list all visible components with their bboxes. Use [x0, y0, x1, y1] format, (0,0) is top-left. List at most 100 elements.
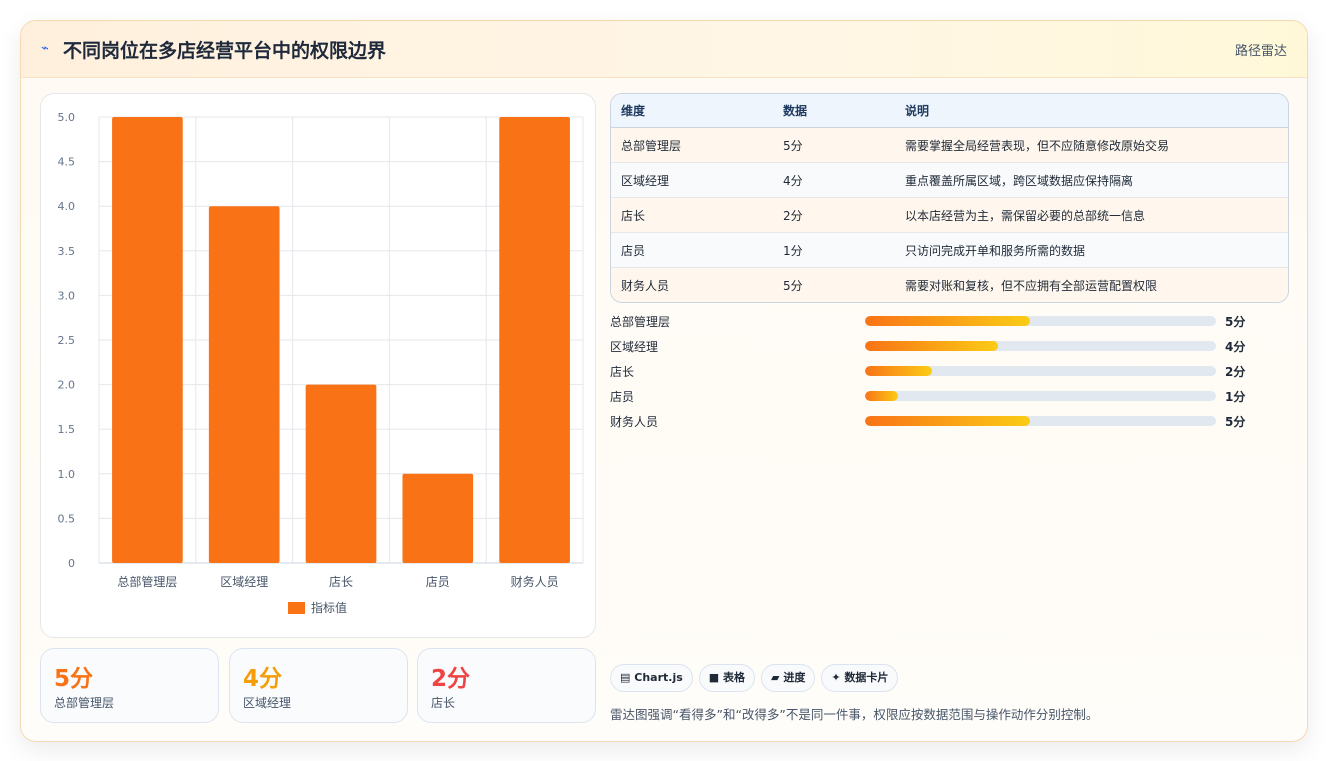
bar — [305, 384, 377, 563]
table-cell: 需要掌握全局经营表现，但不应随意修改原始交易 — [895, 127, 1288, 163]
progress-label: 总部管理层 — [610, 315, 671, 329]
progress-fill — [865, 416, 1030, 426]
data-table: 维度 数据 说明 总部管理层 5分 需要掌握全局经营表现，但不应随意修改原始交易… — [610, 93, 1289, 303]
chip-label: Chart.js — [634, 671, 683, 684]
stat-card-0: 5分 总部管理层 — [40, 648, 219, 723]
stat-label: 区域经理 — [243, 696, 292, 710]
progress-label: 店长 — [610, 365, 635, 379]
progress-track — [865, 416, 1216, 426]
progress-value: 4分 — [1225, 340, 1246, 354]
table-cell: 只访问完成开单和服务所需的数据 — [895, 232, 1288, 268]
bar-chart-panel: 0 0.5 1.0 1.5 2.0 2.5 3.0 3.5 4.0 4.5 5.0 总部管理层 区域经理… — [40, 93, 596, 638]
stat-card-1: 4分 区域经理 — [229, 648, 408, 723]
chip-label: 数据卡片 — [844, 671, 889, 684]
table-cell: 重点覆盖所属区域，跨区域数据应保持隔离 — [895, 162, 1288, 198]
progress-fill — [865, 366, 932, 376]
table-cell: 财务人员 — [611, 267, 773, 302]
page-title: 不同岗位在多店经营平台中的权限边界 — [63, 40, 387, 62]
column-header: 数据 — [773, 94, 895, 128]
table-icon: ■ — [708, 671, 720, 684]
progress-value: 2分 — [1225, 365, 1246, 379]
y-tick-label: 4.0 — [58, 200, 76, 213]
table-cell: 4分 — [773, 162, 895, 198]
header-badge: 路径雷达 — [1234, 44, 1287, 59]
progress-fill — [865, 341, 999, 351]
chip-chartjs[interactable]: ▤ Chart.js — [610, 664, 693, 692]
chip-progress[interactable]: ▰ 进度 — [761, 664, 816, 692]
progress-fill — [865, 316, 1030, 326]
y-tick-label: 3.0 — [58, 289, 76, 302]
bar — [112, 117, 183, 563]
y-tick-label: 0.5 — [58, 512, 76, 525]
progress-row: 店长 2分 — [610, 361, 1270, 381]
bar — [402, 473, 474, 563]
footnote: 雷达图强调“看得多”和“改得多”不是同一件事，权限应按数据范围与操作动作分别控制… — [610, 707, 1099, 722]
y-tick-label: 4.5 — [58, 156, 76, 169]
stat-label: 店长 — [431, 696, 456, 710]
progress-value: 5分 — [1225, 415, 1246, 429]
y-tick-label: 0 — [68, 557, 75, 570]
tech-chips: ▤ Chart.js ■ 表格 ▰ 进度 ✦ 数据卡片 — [610, 664, 904, 692]
progress-row: 财务人员 5分 — [610, 411, 1270, 431]
progress-row: 店员 1分 — [610, 386, 1270, 406]
stat-label: 总部管理层 — [54, 696, 115, 710]
chip-table[interactable]: ■ 表格 — [698, 664, 756, 692]
progress-row: 区域经理 4分 — [610, 336, 1270, 356]
progress-label: 区域经理 — [610, 340, 659, 354]
y-tick-label: 1.5 — [58, 423, 76, 436]
table-cell: 5分 — [773, 267, 895, 302]
progress-value: 5分 — [1225, 315, 1246, 329]
column-header: 说明 — [895, 94, 1288, 128]
x-tick-label: 财务人员 — [511, 574, 559, 589]
progress-row: 总部管理层 5分 — [610, 311, 1270, 331]
y-tick-label: 5.0 — [58, 111, 76, 124]
main-card: ⌁ 不同岗位在多店经营平台中的权限边界 路径雷达 0 0.5 1.0 1.5 2.0 2.… — [20, 20, 1308, 742]
table-row: 店长 2分 以本店经营为主，需保留必要的总部统一信息 — [611, 197, 1288, 233]
x-tick-label: 总部管理层 — [117, 574, 177, 589]
y-tick-label: 1.0 — [58, 468, 76, 481]
chip-label: 表格 — [723, 671, 746, 684]
table-cell: 总部管理层 — [611, 127, 773, 163]
progress-value: 1分 — [1225, 390, 1246, 404]
y-tick-label: 2.0 — [58, 379, 76, 392]
y-tick-label: 2.5 — [58, 334, 76, 347]
header-bar: ⌁ 不同岗位在多店经营平台中的权限边界 路径雷达 — [21, 21, 1307, 78]
stat-value: 5分 — [54, 666, 94, 692]
x-tick-label: 区域经理 — [220, 575, 268, 589]
sparkle-icon: ✦ — [831, 671, 841, 684]
table-cell: 店长 — [611, 197, 773, 233]
table-row: 店员 1分 只访问完成开单和服务所需的数据 — [611, 232, 1288, 268]
table-header-row: 维度 数据 说明 — [611, 94, 1288, 128]
table-row: 区域经理 4分 重点覆盖所属区域，跨区域数据应保持隔离 — [611, 162, 1288, 198]
progress-track — [865, 391, 1216, 401]
legend-label: 指标值 — [311, 600, 347, 615]
chart-icon: ▤ — [620, 671, 631, 684]
table-cell: 1分 — [773, 232, 895, 268]
table-cell: 需要对账和复核，但不应拥有全部运营配置权限 — [895, 267, 1288, 302]
table-cell: 以本店经营为主，需保留必要的总部统一信息 — [895, 197, 1288, 233]
stat-value: 2分 — [431, 666, 471, 692]
chip-label: 进度 — [783, 671, 806, 684]
x-tick-label: 店员 — [426, 575, 450, 589]
progress-track — [865, 316, 1216, 326]
table-cell: 5分 — [773, 127, 895, 163]
stat-card-2: 2分 店长 — [417, 648, 596, 723]
progress-icon: ▰ — [771, 671, 780, 684]
table-row: 总部管理层 5分 需要掌握全局经营表现，但不应随意修改原始交易 — [611, 127, 1288, 163]
progress-fill — [865, 391, 899, 401]
progress-label: 店员 — [610, 390, 635, 404]
x-tick-label: 店长 — [329, 575, 353, 589]
column-header: 维度 — [611, 94, 773, 128]
y-tick-label: 3.5 — [58, 245, 76, 258]
table-cell: 店员 — [611, 232, 773, 268]
bar — [499, 117, 570, 563]
progress-track — [865, 366, 1216, 376]
table-cell: 2分 — [773, 197, 895, 233]
chart-line-icon: ⌁ — [41, 41, 49, 56]
chip-data-cards[interactable]: ✦ 数据卡片 — [821, 664, 899, 692]
legend-swatch — [288, 602, 305, 614]
progress-label: 财务人员 — [610, 415, 659, 429]
stat-value: 4分 — [243, 666, 283, 692]
table-cell: 区域经理 — [611, 162, 773, 198]
bar — [208, 206, 280, 563]
